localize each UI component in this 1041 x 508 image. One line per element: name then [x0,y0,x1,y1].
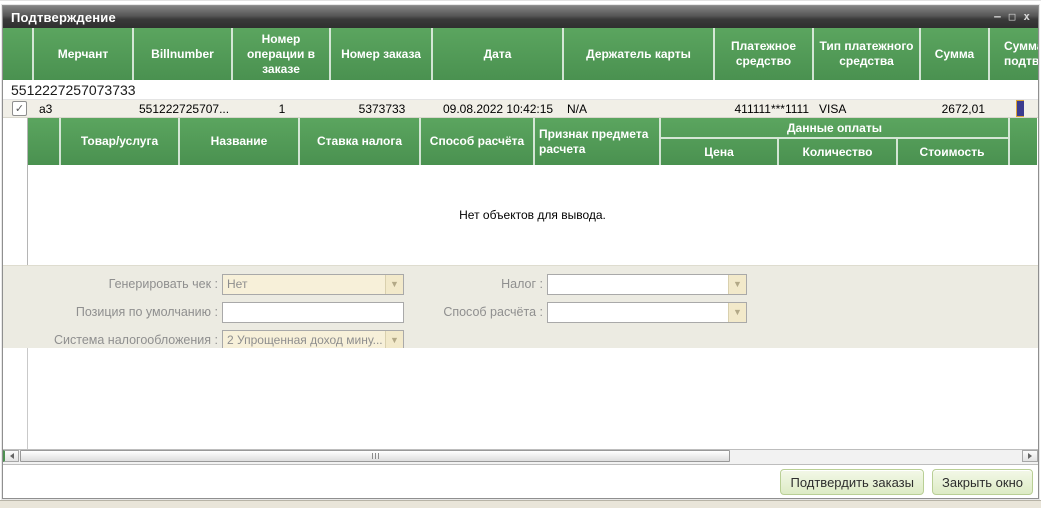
thumb-grip-icon [378,453,379,459]
row-checkbox[interactable]: ✓ [12,101,27,116]
items-header-clipped-column [1010,118,1037,165]
orders-header-payment-instrument[interactable]: Платежное средство [715,28,814,80]
orders-header-payment-type[interactable]: Тип платежного средства [814,28,921,80]
confirm-amount-input[interactable] [1016,100,1024,117]
arrow-right-icon [1028,453,1032,459]
thumb-grip-icon [372,453,373,459]
cell-date: 09.08.2022 10:42:15 [433,102,564,116]
chevron-down-icon[interactable]: ▼ [728,303,746,322]
page-bottom-strip [0,500,1041,508]
order-items-panel: Товар/услуга Название Ставка налога Спос… [27,118,1037,265]
orders-header-date[interactable]: Дата [433,28,564,80]
receipt-settings-form: Генерировать чек : Нет ▼ Налог : ▼ Позиц… [3,265,1038,348]
tax-label: Налог : [404,277,547,291]
confirm-orders-button[interactable]: Подтвердить заказы [780,469,924,495]
close-icon[interactable]: x [1023,11,1030,23]
dialog-title: Подтверждение [11,10,994,25]
generate-receipt-value: Нет [223,275,385,294]
tax-system-value: 2 Упрощенная доход мину... [223,331,385,350]
scrollbar-thumb[interactable] [20,450,730,462]
items-header-calc-method[interactable]: Способ расчёта [421,118,535,165]
cell-card-holder: N/A [564,102,715,116]
chevron-down-icon: ▼ [385,331,403,350]
cell-order-number: 5373733 [331,102,433,116]
orders-header-merchant[interactable]: Мерчант [34,28,134,80]
cell-payment-type: VISA [814,102,921,116]
arrow-left-icon [10,453,14,459]
items-header-quantity[interactable]: Количество [779,139,898,165]
generate-receipt-combo: Нет ▼ [222,274,404,295]
order-row[interactable]: ✓ a3 551222725707... 1 5373733 09.08.202… [3,100,1038,118]
payment-data-group-label: Данные оплаты [661,118,1008,139]
order-group-row: 5512227257073733 [3,80,1038,100]
cell-operation-number: 1 [233,102,331,116]
lower-empty-area [3,348,1038,449]
page-background: Подтверждение – □ x Мерчант Billnumber Н… [0,0,1041,506]
scroll-right-button[interactable] [1022,450,1038,462]
tax-value [548,275,728,294]
dialog-titlebar[interactable]: Подтверждение – □ x [3,6,1038,28]
generate-receipt-label: Генерировать чек : [3,277,222,291]
items-header-payment-data-group: Данные оплаты Цена Количество Стоимость [661,118,1010,165]
calc-method-combo[interactable]: ▼ [547,302,747,323]
items-header-calc-subject[interactable]: Признак предмета расчета [535,118,661,165]
cell-merchant: a3 [34,102,134,116]
orders-table-header: Мерчант Billnumber Номер операции в зака… [3,28,1038,80]
items-header-price[interactable]: Цена [661,139,779,165]
window-controls: – □ x [994,11,1030,23]
minimize-icon[interactable]: – [994,11,1001,23]
orders-header-billnumber[interactable]: Billnumber [134,28,233,80]
orders-header-confirm-amount[interactable]: Сумма подтверждения [990,28,1038,80]
dialog-footer: Подтвердить заказы Закрыть окно [3,465,1038,499]
close-window-button[interactable]: Закрыть окно [932,469,1033,495]
checkmark-icon: ✓ [15,104,24,114]
default-position-input[interactable] [222,302,404,323]
thumb-grip-icon [375,453,376,459]
items-header-blank [28,118,61,165]
items-header-tax-rate[interactable]: Ставка налога [300,118,421,165]
items-empty-message: Нет объектов для вывода. [28,165,1037,265]
tax-system-label: Система налогообложения : [3,333,222,347]
items-header-product[interactable]: Товар/услуга [61,118,180,165]
items-header-name[interactable]: Название [180,118,300,165]
confirmation-dialog: Подтверждение – □ x Мерчант Billnumber Н… [2,5,1039,499]
chevron-down-icon[interactable]: ▼ [728,275,746,294]
orders-header-operation-number[interactable]: Номер операции в заказе [233,28,331,80]
scroll-left-button[interactable] [3,450,19,462]
maximize-icon[interactable]: □ [1009,11,1016,23]
cell-billnumber: 551222725707... [134,102,233,116]
items-header-cost[interactable]: Стоимость [898,139,1006,165]
items-table-header: Товар/услуга Название Ставка налога Спос… [28,118,1037,165]
orders-header-card-holder[interactable]: Держатель карты [564,28,715,80]
panel-left-border [27,348,28,449]
chevron-down-icon: ▼ [385,275,403,294]
orders-header-checkbox-col[interactable] [3,28,34,80]
cell-amount: 2672,01 [921,102,990,116]
horizontal-scrollbar[interactable] [3,449,1038,465]
tax-combo[interactable]: ▼ [547,274,747,295]
cell-payment-instrument: 411111***1111 [715,102,814,116]
default-position-label: Позиция по умолчанию : [3,305,222,319]
orders-header-order-number[interactable]: Номер заказа [331,28,433,80]
orders-header-amount[interactable]: Сумма [921,28,990,80]
order-row-checkbox-cell: ✓ [3,101,34,116]
calc-method-value [548,303,728,322]
calc-method-label: Способ расчёта : [404,305,547,319]
